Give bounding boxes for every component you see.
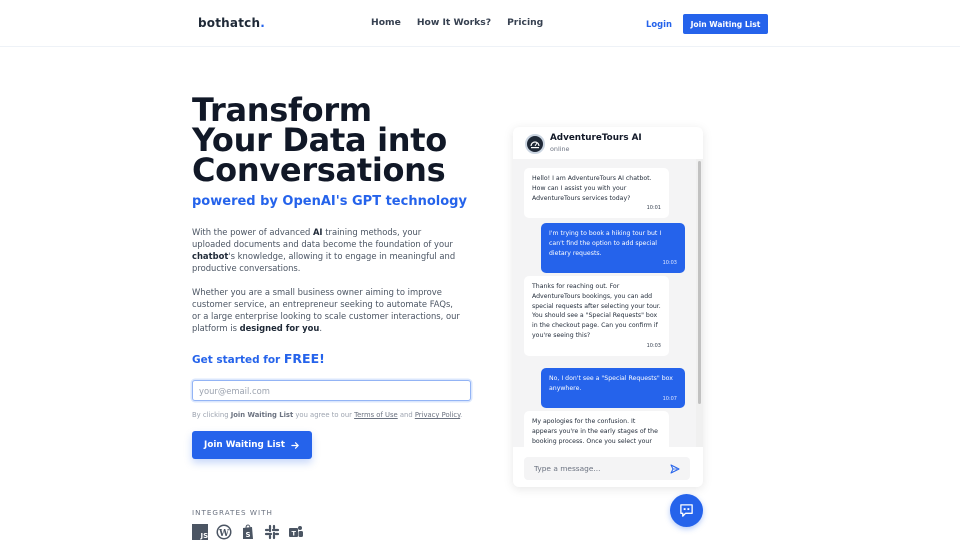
slack-icon (264, 524, 280, 540)
message-user: No, I don't see a "Special Requests" box… (541, 368, 685, 409)
bot-status: online (550, 145, 570, 153)
chat-bubble-icon (680, 504, 693, 517)
login-link[interactable]: Login (646, 19, 672, 29)
nav-home[interactable]: Home (371, 17, 401, 28)
message-input[interactable] (524, 457, 690, 480)
chat-header: AdventureTours AI online (513, 127, 703, 159)
svg-text:S: S (246, 531, 251, 539)
scrollbar-thumb[interactable] (698, 161, 701, 404)
terms-notice: By clicking Join Waiting List you agree … (192, 411, 463, 419)
nav-how-it-works[interactable]: How It Works? (417, 17, 491, 28)
teams-icon: T (288, 524, 304, 540)
site-header: bothatch. Home How It Works? Pricing Log… (0, 0, 960, 47)
send-icon[interactable] (670, 464, 680, 474)
wordpress-icon: W (216, 524, 232, 540)
get-started-heading: Get started for FREE! (192, 351, 325, 366)
integrates-label: INTEGRATES WITH (192, 508, 273, 517)
message-user: I'm trying to book a hiking tour but I c… (541, 223, 685, 274)
svg-text:W: W (218, 529, 230, 539)
bot-avatar (525, 134, 545, 154)
join-waiting-list-button[interactable]: Join Waiting List (192, 431, 312, 459)
message-bot: Thanks for reaching out. For AdventureTo… (524, 276, 669, 356)
integrations-list: JS W S T (192, 524, 304, 540)
message-time: 10:01 (646, 205, 661, 212)
hero-title: Transform Your Data into Conversations (192, 91, 447, 189)
message-time: 10:03 (646, 342, 661, 349)
arrow-right-icon (291, 441, 299, 449)
message-time: 10:07 (662, 395, 677, 402)
main-nav: Home How It Works? Pricing (371, 17, 543, 28)
privacy-policy-link[interactable]: Privacy Policy (415, 411, 460, 419)
dashboard-logo-icon (530, 141, 540, 149)
email-input[interactable] (192, 380, 471, 401)
chat-scrollbar[interactable] (696, 159, 703, 454)
chat-footer (513, 447, 703, 487)
terms-of-use-link[interactable]: Terms of Use (354, 411, 398, 419)
open-chat-button[interactable] (670, 494, 703, 527)
nav-pricing[interactable]: Pricing (507, 17, 543, 28)
javascript-icon: JS (192, 524, 208, 540)
intro-paragraph: With the power of advanced AI training m… (192, 227, 456, 273)
chat-widget: AdventureTours AI online Hello! I am Adv… (513, 127, 703, 487)
message-time: 10:03 (662, 260, 677, 267)
audience-paragraph: Whether you are a small business owner a… (192, 287, 460, 333)
hero-subtitle: powered by OpenAI's GPT technology (192, 194, 467, 209)
shopify-icon: S (240, 524, 256, 540)
message-list[interactable]: Hello! I am AdventureTours AI chatbot. H… (513, 159, 696, 454)
logo[interactable]: bothatch. (198, 16, 265, 30)
svg-text:T: T (292, 530, 297, 538)
join-waiting-list-header-button[interactable]: Join Waiting List (683, 14, 768, 34)
svg-text:JS: JS (200, 532, 209, 540)
bot-name: AdventureTours AI (550, 133, 642, 143)
message-bot: Hello! I am AdventureTours AI chatbot. H… (524, 168, 669, 219)
